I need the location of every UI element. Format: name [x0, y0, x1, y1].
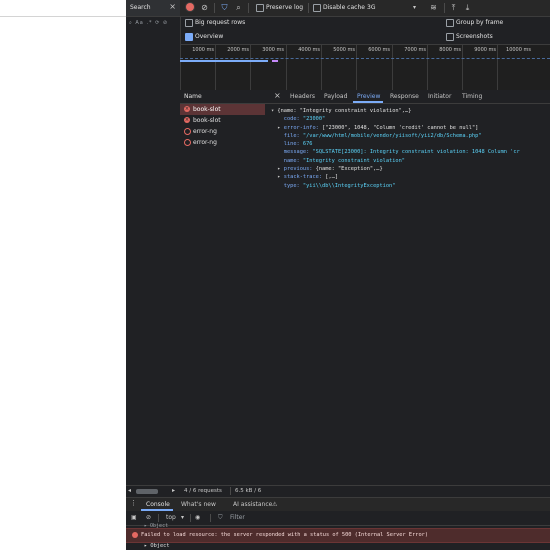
tab-ai-assistance[interactable]: AI assistance	[233, 501, 272, 508]
throttling-select[interactable]: 3G	[367, 4, 375, 11]
toolbar-divider	[308, 3, 309, 13]
toolbar-divider	[214, 3, 215, 13]
timeline-tick: 2000 ms	[215, 45, 251, 91]
import-har-icon[interactable]: ⤒	[448, 2, 459, 13]
live-expression-icon[interactable]: ◉	[195, 514, 200, 521]
console-object-entry[interactable]: ▸ Object	[144, 543, 170, 549]
big-request-rows-label: Big request rows	[195, 19, 246, 26]
request-list: Name × book-slot × book-slot error-ng er…	[180, 90, 266, 485]
console-error-message: Failed to load resource: the server resp…	[126, 528, 550, 543]
search-tab-label: Search	[130, 4, 151, 11]
tab-console[interactable]: Console	[146, 501, 170, 508]
toolbar-divider	[210, 514, 211, 522]
big-request-rows-checkbox[interactable]	[185, 19, 193, 27]
tab-headers[interactable]: Headers	[290, 93, 315, 100]
scrollbar-thumb[interactable]	[136, 489, 158, 494]
chevron-down-icon[interactable]: ▾	[181, 514, 184, 521]
timeline-dom-line	[180, 58, 550, 59]
toolbar-divider	[158, 514, 159, 522]
group-by-frame-label: Group by frame	[456, 19, 504, 26]
search-sidebar: ⌕ Aa .* ⟳ ⊘	[126, 17, 181, 490]
search-options-row[interactable]: ⌕ Aa .* ⟳ ⊘	[129, 20, 168, 26]
search-tab[interactable]: Search ×	[126, 0, 180, 16]
tab-preview[interactable]: Preview	[357, 93, 380, 100]
preserve-log-label: Preserve log	[266, 4, 304, 11]
toolbar-divider	[190, 514, 191, 522]
console-filter-input[interactable]: Filter	[230, 514, 245, 521]
timeline-request-bar	[180, 60, 268, 62]
clear-console-icon[interactable]: ⊘	[146, 514, 151, 521]
request-detail-panel: × Headers Payload Preview Response Initi…	[265, 90, 550, 485]
timeline-tick: 3000 ms	[250, 45, 286, 91]
close-icon[interactable]: ×	[169, 2, 176, 11]
timeline-tick: 1000 ms	[180, 45, 216, 91]
record-stop-icon[interactable]	[186, 3, 194, 11]
status-divider	[230, 487, 231, 495]
sidebar-toggle-icon[interactable]: ▣	[131, 514, 137, 521]
json-preview-tree: ▾ {name: "Integrity constraint violation…	[271, 108, 520, 189]
page-top-divider	[0, 0, 126, 17]
scroll-right-icon[interactable]: ▸	[172, 487, 175, 494]
timeline-tick: 5000 ms	[321, 45, 357, 91]
sidebar-scrollbar[interactable]: ◂ ▸	[126, 485, 180, 497]
ai-assistance-icon: ⚠	[272, 501, 278, 508]
detail-tabbar: × Headers Payload Preview Response Initi…	[265, 90, 550, 104]
disable-cache-checkbox[interactable]	[313, 4, 321, 12]
filter-icon: ⛉	[218, 514, 223, 521]
screenshots-label: Screenshots	[456, 33, 493, 40]
export-har-icon[interactable]: ⤓	[462, 2, 473, 13]
console-error-text: Failed to load resource: the server resp…	[141, 532, 429, 538]
json-root[interactable]: {name: "Integrity constraint violation",…	[277, 108, 411, 114]
transferred-size: 6.5 kB / 6	[235, 488, 262, 494]
timeline-request-bar	[272, 60, 278, 62]
devtools-panel: Search × ⊘ ⛉ ⌕ Preserve log Disable cach…	[126, 0, 550, 550]
clear-icon[interactable]: ⊘	[199, 2, 210, 13]
overview-checkbox[interactable]	[185, 33, 193, 41]
error-icon: ×	[184, 117, 190, 123]
timeline-tick: 10000 ms	[497, 45, 550, 91]
request-count: 4 / 6 requests	[184, 488, 222, 494]
network-toolbar: Search × ⊘ ⛉ ⌕ Preserve log Disable cach…	[126, 0, 550, 17]
timeline-tick: 6000 ms	[356, 45, 392, 91]
search-icon[interactable]: ⌕	[233, 2, 244, 13]
filter-icon[interactable]: ⛉	[219, 2, 230, 13]
timeline-tick: 4000 ms	[286, 45, 322, 91]
xhr-icon	[184, 139, 191, 146]
scroll-left-icon[interactable]: ◂	[128, 487, 131, 494]
close-icon[interactable]: ×	[274, 91, 281, 100]
name-column-header[interactable]: Name	[180, 90, 265, 104]
network-status-bar: 4 / 6 requests 6.5 kB / 6	[180, 485, 550, 497]
request-row[interactable]: error-ng	[180, 137, 265, 148]
error-icon: ×	[184, 106, 190, 112]
timeline-tick: 8000 ms	[427, 45, 463, 91]
tab-timing[interactable]: Timing	[462, 93, 482, 100]
tab-initiator[interactable]: Initiator	[428, 93, 451, 100]
toolbar-divider	[444, 3, 445, 13]
tab-response[interactable]: Response	[390, 93, 419, 100]
context-select[interactable]: top	[166, 514, 176, 521]
disable-cache-label: Disable cache	[323, 4, 365, 11]
preserve-log-checkbox[interactable]	[256, 4, 264, 12]
request-row[interactable]: × book-slot	[180, 104, 265, 115]
timeline-tick: 9000 ms	[462, 45, 498, 91]
inspected-page-area	[0, 0, 126, 550]
toolbar-divider	[248, 3, 249, 13]
drawer-tabbar: ⋮ Console What's new AI assistance ⚠	[126, 497, 550, 512]
request-row[interactable]: × book-slot	[180, 115, 265, 126]
network-conditions-icon[interactable]: ≋	[428, 2, 439, 13]
tab-whats-new[interactable]: What's new	[181, 501, 216, 508]
timeline-overview[interactable]: 1000 ms 2000 ms 3000 ms 4000 ms 5000 ms …	[180, 44, 550, 92]
xhr-icon	[184, 128, 191, 135]
tab-payload[interactable]: Payload	[324, 93, 347, 100]
overview-label: Overview	[195, 33, 224, 40]
console-toolbar: ▣ ⊘ top ▾ ◉ ⛉ Filter	[126, 511, 550, 526]
drawer-menu-icon[interactable]: ⋮	[130, 499, 137, 507]
timeline-tick: 7000 ms	[392, 45, 428, 91]
request-row[interactable]: error-ng	[180, 126, 265, 137]
chevron-down-icon[interactable]: ▾	[413, 4, 416, 11]
error-icon	[132, 532, 138, 538]
active-tab-indicator	[353, 101, 383, 103]
screenshots-checkbox[interactable]	[446, 33, 454, 41]
group-by-frame-checkbox[interactable]	[446, 19, 454, 27]
